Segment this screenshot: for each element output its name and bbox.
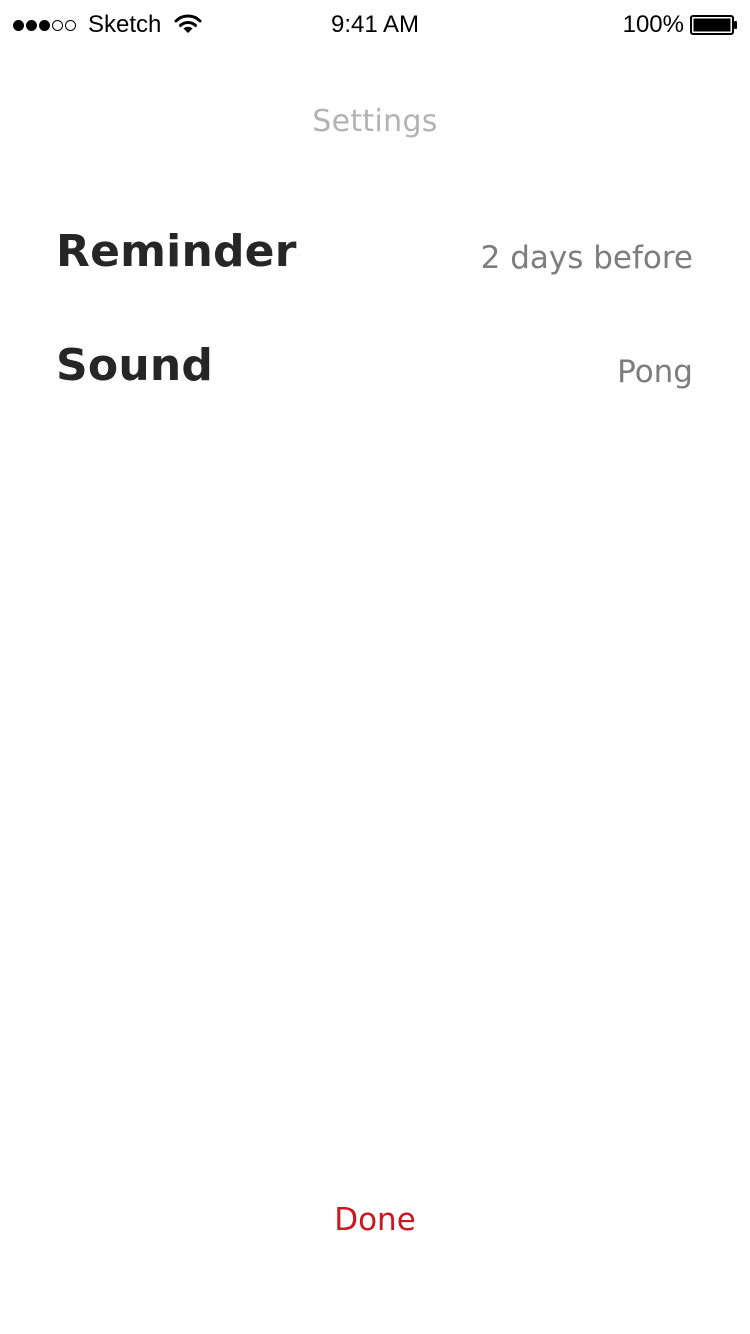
battery-icon xyxy=(690,15,737,35)
setting-value: Pong xyxy=(617,354,693,390)
setting-label: Reminder xyxy=(56,226,297,277)
done-button[interactable]: Done xyxy=(275,1196,475,1244)
settings-list: Reminder 2 days before Sound Pong xyxy=(56,218,693,446)
page-title: Settings xyxy=(312,104,438,139)
setting-row-reminder[interactable]: Reminder 2 days before xyxy=(56,218,693,332)
battery-percentage: 100% xyxy=(622,11,684,38)
status-bar: Sketch 9:41 AM 100% xyxy=(0,0,750,50)
setting-value: 2 days before xyxy=(480,240,693,276)
setting-row-sound[interactable]: Sound Pong xyxy=(56,332,693,446)
setting-label: Sound xyxy=(56,340,214,391)
